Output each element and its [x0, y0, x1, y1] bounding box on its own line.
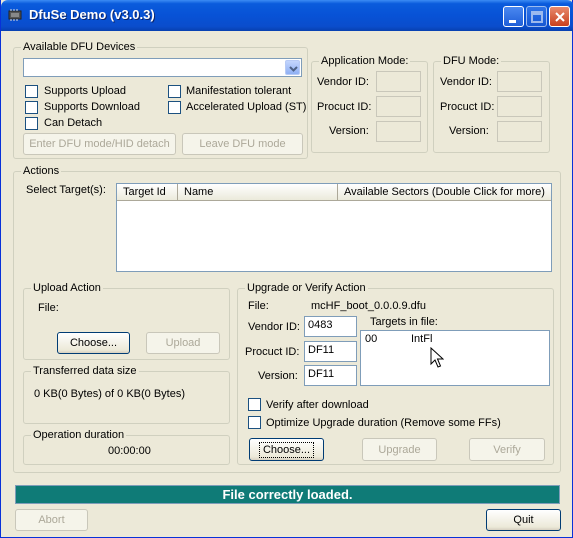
app-version-field[interactable]	[376, 121, 421, 142]
quit-button-label: Quit	[513, 514, 534, 526]
targets-in-file-list[interactable]: 00 IntFl	[360, 330, 550, 386]
verify-after-download-label: Verify after download	[266, 399, 369, 411]
dfu-vendor-id-field[interactable]	[497, 71, 542, 92]
close-button[interactable]	[549, 6, 570, 27]
app-chip-icon	[7, 8, 23, 22]
verify-after-download-checkbox[interactable]	[248, 398, 261, 411]
verify-button-label: Verify	[493, 443, 521, 456]
window-title: DfuSe Demo (v3.0.3)	[29, 7, 155, 22]
minimize-button[interactable]	[503, 6, 524, 27]
upload-choose-button[interactable]: Choose...	[57, 332, 130, 354]
quit-button[interactable]: Quit	[486, 509, 561, 531]
transferred-label: Transferred data size	[31, 365, 139, 377]
upgrade-verify-label: Upgrade or Verify Action	[245, 282, 368, 294]
dfu-device-select[interactable]	[23, 58, 302, 77]
upgrade-button-label: Upgrade	[378, 443, 421, 456]
targets-list[interactable]: Target Id Name Available Sectors (Double…	[116, 183, 552, 272]
title-bar[interactable]: DfuSe Demo (v3.0.3)	[1, 0, 573, 31]
verify-button[interactable]: Verify	[469, 438, 545, 461]
upgrade-file-label: File:	[248, 300, 269, 312]
application-mode-label: Application Mode:	[319, 55, 411, 67]
supports-download-checkbox[interactable]	[25, 101, 38, 114]
dfu-product-id-field[interactable]	[497, 96, 542, 117]
column-target-id-label: Target Id	[123, 186, 166, 198]
upgrade-choose-button[interactable]: Choose...	[249, 438, 324, 461]
upgrade-vendor-id-field: 0483	[304, 316, 357, 337]
supports-upload-checkbox[interactable]	[25, 85, 38, 98]
accelerated-upload-label: Accelerated Upload (ST)	[186, 101, 307, 113]
upload-action-label: Upload Action	[31, 282, 103, 294]
mouse-cursor-icon	[430, 346, 445, 372]
can-detach-checkbox[interactable]	[25, 117, 38, 130]
upgrade-button[interactable]: Upgrade	[362, 438, 437, 461]
dfu-mode-label: DFU Mode:	[441, 55, 502, 67]
abort-button[interactable]: Abort	[15, 509, 88, 531]
optimize-upgrade-label: Optimize Upgrade duration (Remove some F…	[266, 417, 501, 429]
status-bar: File correctly loaded.	[15, 485, 560, 504]
upgrade-version-field: DF11	[304, 365, 357, 386]
dfu-version-label: Version:	[449, 125, 489, 137]
upload-file-label: File:	[38, 302, 59, 314]
select-targets-label: Select Target(s):	[26, 184, 106, 196]
app-vendor-id-field[interactable]	[376, 71, 421, 92]
column-target-id[interactable]: Target Id	[117, 184, 178, 201]
upload-choose-label: Choose...	[69, 337, 118, 349]
enter-dfu-mode-label: Enter DFU mode/HID detach	[29, 138, 170, 150]
app-product-id-field[interactable]	[376, 96, 421, 117]
abort-button-label: Abort	[38, 514, 65, 526]
column-available-sectors-label: Available Sectors (Double Click for more…	[344, 186, 545, 198]
upload-button[interactable]: Upload	[146, 332, 220, 354]
column-name-label: Name	[184, 186, 214, 198]
upgrade-file-value: mcHF_boot_0.0.0.9.dfu	[311, 300, 426, 312]
column-name[interactable]: Name	[178, 184, 338, 201]
dfuse-window: DfuSe Demo (v3.0.3) Available DFU Device…	[0, 0, 573, 538]
leave-dfu-mode-button[interactable]: Leave DFU mode	[182, 133, 303, 155]
upgrade-product-id-field: DF11	[304, 341, 357, 362]
app-vendor-id-label: Vendor ID:	[317, 76, 369, 88]
can-detach-label: Can Detach	[44, 117, 103, 129]
supports-download-label: Supports Download	[44, 101, 141, 113]
manifestation-tolerant-checkbox[interactable]	[168, 85, 181, 98]
upgrade-vendor-id-label: Vendor ID:	[248, 321, 300, 333]
transferred-value: 0 KB(0 Bytes) of 0 KB(0 Bytes)	[34, 388, 186, 400]
dfu-version-field[interactable]	[497, 121, 542, 142]
chevron-down-icon[interactable]	[285, 60, 300, 75]
leave-dfu-mode-label: Leave DFU mode	[199, 138, 286, 150]
upgrade-choose-label: Choose...	[258, 441, 315, 458]
upload-button-label: Upload	[165, 337, 201, 349]
dfu-product-id-label: Procuct ID:	[440, 101, 495, 113]
optimize-upgrade-checkbox[interactable]	[248, 416, 261, 429]
maximize-button[interactable]	[526, 6, 547, 27]
operation-duration-label: Operation duration	[31, 429, 127, 441]
targets-in-file-label: Targets in file:	[370, 316, 438, 328]
dfu-devices-label: Available DFU Devices	[21, 41, 138, 53]
supports-upload-label: Supports Upload	[44, 85, 126, 97]
operation-duration-value: 00:00:00	[108, 445, 151, 457]
list-item[interactable]: 00 IntFl	[365, 333, 545, 348]
target-name: IntFl	[411, 333, 433, 345]
column-available-sectors[interactable]: Available Sectors (Double Click for more…	[338, 184, 551, 201]
app-product-id-label: Procuct ID:	[317, 101, 372, 113]
actions-label: Actions	[21, 165, 62, 177]
manifestation-tolerant-label: Manifestation tolerant	[186, 85, 292, 97]
accelerated-upload-checkbox[interactable]	[168, 101, 181, 114]
status-text: File correctly loaded.	[222, 487, 353, 502]
upgrade-product-id-label: Procuct ID:	[245, 346, 300, 358]
upgrade-version-label: Version:	[258, 370, 298, 382]
target-id: 00	[365, 333, 378, 345]
enter-dfu-mode-button[interactable]: Enter DFU mode/HID detach	[23, 133, 176, 155]
app-version-label: Version:	[329, 125, 369, 137]
dfu-vendor-id-label: Vendor ID:	[440, 76, 492, 88]
